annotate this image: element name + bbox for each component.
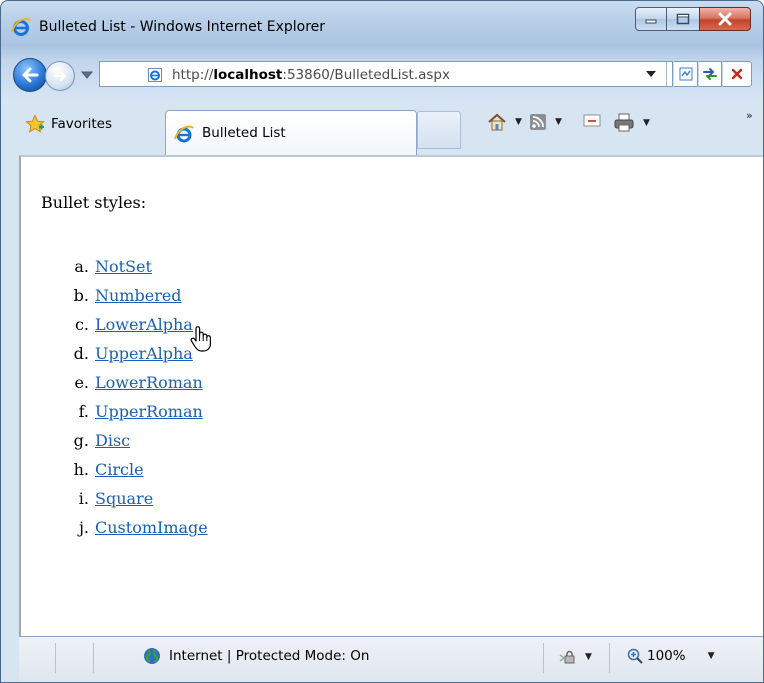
list-marker: e.: [74, 373, 89, 392]
window-title: Bulleted List - Windows Internet Explore…: [39, 19, 326, 35]
feeds-dropdown-icon[interactable]: ▼: [555, 117, 562, 127]
list-marker: a.: [74, 257, 89, 276]
security-zone[interactable]: Internet | Protected Mode: On: [143, 647, 369, 665]
mail-icon: [583, 114, 601, 127]
minimize-button[interactable]: [635, 7, 667, 31]
zoom-dropdown-icon[interactable]: ▼: [708, 651, 715, 661]
address-separator: [666, 62, 667, 86]
tab-bar: Favorites Bulleted List ▼ ▼ ▼ »: [1, 105, 763, 156]
protected-mode-button[interactable]: ▼: [559, 649, 592, 665]
stop-icon: [731, 68, 743, 80]
globe-icon: [144, 648, 160, 664]
ie-logo-icon: [174, 125, 194, 143]
favorites-button[interactable]: Favorites: [25, 111, 112, 137]
zoom-icon: [627, 648, 643, 664]
home-icon: [488, 113, 506, 131]
print-dropdown-icon[interactable]: ▼: [643, 118, 650, 128]
list-marker: i.: [78, 489, 89, 508]
print-icon: [614, 113, 634, 132]
status-divider: [93, 643, 94, 673]
list-marker: g.: [73, 431, 89, 450]
recent-pages-dropdown[interactable]: [81, 71, 93, 79]
list-marker: d.: [73, 344, 89, 363]
refresh-button[interactable]: [698, 61, 722, 87]
status-divider: [543, 643, 544, 673]
read-mail-button[interactable]: [583, 113, 601, 127]
home-dropdown-icon[interactable]: ▼: [515, 117, 522, 127]
page-heading: Bullet styles:: [41, 193, 147, 212]
status-divider: [55, 643, 56, 673]
address-dropdown-icon[interactable]: [646, 71, 656, 78]
refresh-icon: [703, 68, 717, 80]
zoom-control[interactable]: 100% ▼: [627, 648, 715, 664]
forward-button[interactable]: [45, 61, 75, 91]
feeds-button[interactable]: ▼: [529, 113, 562, 131]
close-icon: [718, 12, 732, 26]
title-bar: Bulleted List - Windows Internet Explore…: [1, 1, 763, 43]
maximize-button[interactable]: [667, 7, 699, 31]
bullet-style-link[interactable]: Numbered: [95, 286, 182, 305]
favorites-star-icon: [25, 114, 45, 133]
home-button[interactable]: ▼: [487, 113, 522, 131]
forward-arrow-icon: [54, 71, 66, 81]
feeds-icon: [530, 114, 546, 130]
tab-bulleted-list[interactable]: Bulleted List: [165, 110, 417, 156]
url-host: localhost: [213, 67, 283, 83]
bullet-style-link[interactable]: CustomImage: [95, 518, 208, 537]
zoom-level: 100%: [647, 648, 686, 664]
address-url[interactable]: http://localhost:53860/BulletedList.aspx: [172, 67, 450, 83]
browser-window: Bulleted List - Windows Internet Explore…: [0, 0, 764, 683]
hand-cursor-icon: [190, 326, 211, 352]
print-button[interactable]: ▼: [613, 113, 650, 133]
list-marker: h.: [73, 460, 89, 479]
compat-view-icon: [679, 67, 692, 81]
list-marker: b.: [73, 286, 89, 305]
status-divider: [609, 643, 610, 673]
maximize-icon: [676, 13, 690, 25]
stop-button[interactable]: [722, 61, 752, 87]
compatibility-view-button[interactable]: [674, 61, 698, 87]
navigation-bar: http://localhost:53860/BulletedList.aspx: [1, 55, 763, 97]
url-rest: :53860/BulletedList.aspx: [282, 67, 450, 83]
bullet-style-link[interactable]: Square: [95, 489, 153, 508]
bullet-style-link[interactable]: LowerRoman: [95, 373, 203, 392]
protected-mode-dropdown-icon[interactable]: ▼: [585, 652, 592, 662]
ie-logo-icon: [11, 17, 31, 36]
back-arrow-icon: [22, 67, 39, 83]
security-zone-text: Internet | Protected Mode: On: [169, 648, 370, 664]
page-content: Bullet styles: a. NotSet b. Numbered c. Lower…: [19, 155, 763, 636]
protected-mode-icon: [559, 650, 575, 664]
status-bar: Internet | Protected Mode: On ▼ 100% ▼: [19, 636, 763, 682]
url-prefix: http://: [172, 67, 214, 83]
list-marker: c.: [74, 315, 89, 334]
bullet-style-link[interactable]: LowerAlpha: [95, 315, 193, 334]
bullet-style-link[interactable]: UpperRoman: [95, 402, 203, 421]
close-button[interactable]: [699, 7, 751, 31]
bullet-style-link[interactable]: NotSet: [95, 257, 152, 276]
minimize-icon: [645, 19, 657, 24]
back-button[interactable]: [13, 58, 47, 92]
favorites-label: Favorites: [51, 116, 112, 132]
window-controls: [635, 7, 751, 31]
address-bar[interactable]: http://localhost:53860/BulletedList.aspx: [99, 61, 673, 87]
bullet-style-link[interactable]: Circle: [95, 460, 144, 479]
bullet-style-link[interactable]: Disc: [95, 431, 130, 450]
bullet-style-link[interactable]: UpperAlpha: [95, 344, 193, 363]
list-marker: f.: [78, 402, 89, 421]
list-marker: j.: [78, 518, 89, 537]
page-icon: [148, 68, 162, 82]
more-commands-chevron[interactable]: »: [746, 109, 753, 122]
tab-label: Bulleted List: [202, 125, 286, 141]
new-tab-button[interactable]: [417, 111, 461, 149]
